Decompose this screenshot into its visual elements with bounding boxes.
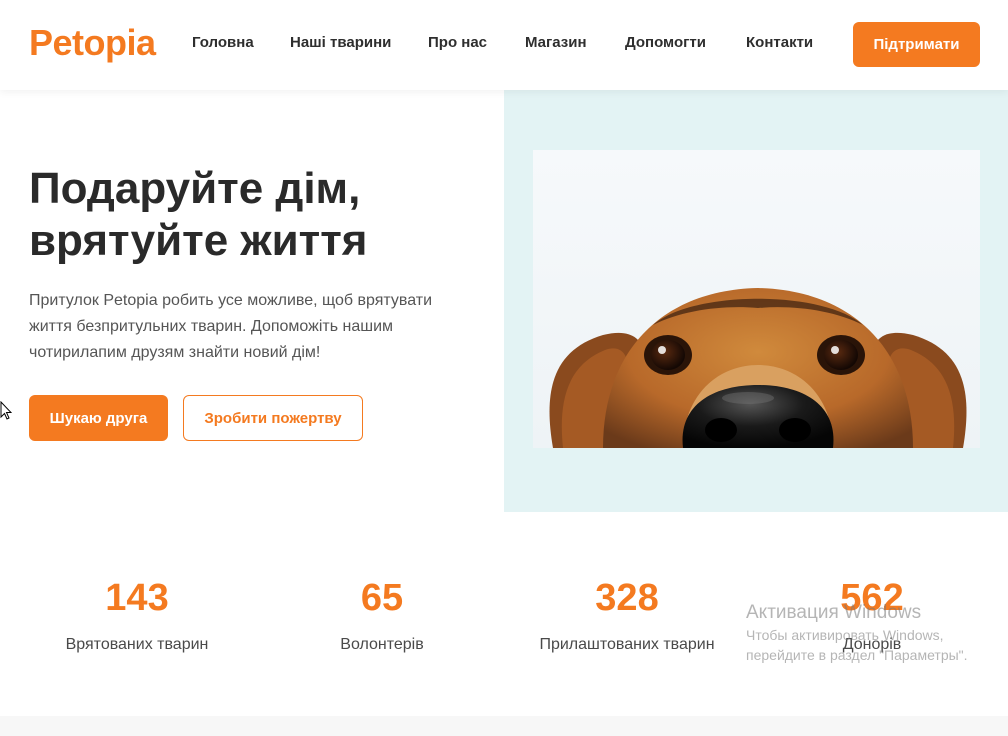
dog-illustration [533,150,980,448]
stat-donors: 562 Донорів [757,576,987,654]
stat-value: 328 [595,577,659,619]
support-button[interactable]: Підтримати [853,22,980,67]
stat-label: Врятованих тварин [65,636,209,653]
mouse-cursor-icon [0,401,12,420]
stat-adopted: 328 Прилаштованих тварин [512,576,742,654]
stat-value: 562 [840,577,904,619]
hero-title: Подаруйте дім, врятуйте життя [29,163,489,267]
hero-description: Притулок Petopia робить усе можливе, щоб… [29,292,433,361]
site-logo[interactable]: Petopia [29,22,156,64]
nav-link-shop[interactable]: Магазин [525,34,587,51]
dog-photo [533,150,980,448]
next-section-edge [0,716,1008,736]
nav-link-home[interactable]: Головна [192,34,254,51]
stat-rescued: 143 Врятованих тварин [22,576,252,654]
stat-value: 65 [360,577,404,619]
stat-volunteers: 65 Волонтерів [267,576,497,654]
site-header: Petopia Головна Наші тварини Про нас Маг… [0,0,1008,90]
stat-label: Прилаштованих тварин [539,636,715,653]
nav-link-our-animals[interactable]: Наші тварини [290,34,391,51]
donate-button[interactable]: Зробити пожертву [183,395,363,441]
nav-link-contacts[interactable]: Контакти [746,34,813,51]
nav-link-about[interactable]: Про нас [428,34,487,51]
stat-value: 143 [105,577,169,619]
nav-link-help[interactable]: Допомогти [625,34,706,51]
stat-label: Донорів [842,636,902,653]
stat-label: Волонтерів [340,636,424,653]
find-friend-button[interactable]: Шукаю друга [29,395,168,441]
hero-title-line-1: Подаруйте дім, [29,164,361,213]
hero-title-line-2: врятуйте життя [29,216,368,265]
